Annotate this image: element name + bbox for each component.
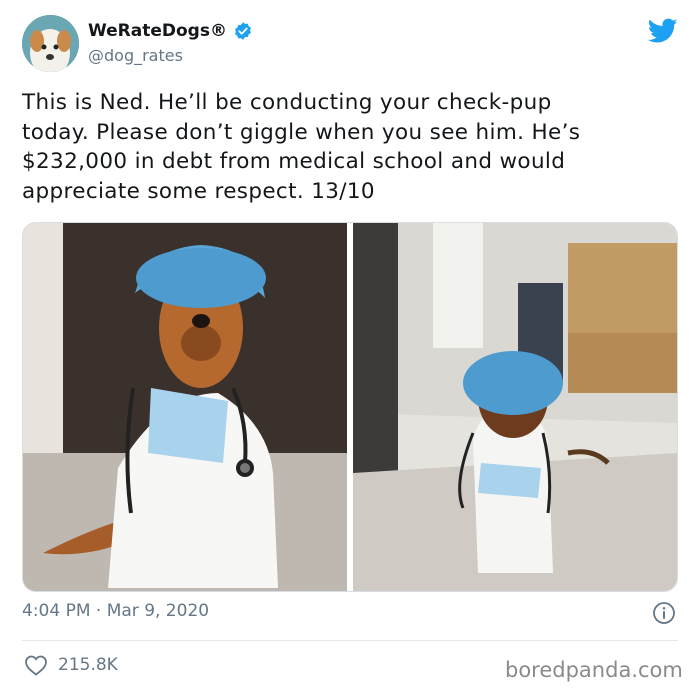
tweet-card: WeRateDogs® @dog_rates This is Ned. He’l… [0,0,700,694]
divider [22,640,678,641]
avatar[interactable] [22,15,79,72]
tweet-timestamp[interactable]: 4:04 PM · Mar 9, 2020 [22,601,209,621]
source-watermark: boredpanda.com [505,658,683,682]
user-handle[interactable]: @dog_rates [88,46,183,65]
info-icon[interactable] [652,601,676,625]
tweet-media [22,222,678,592]
photo-illustration [23,223,347,591]
photo-dog-in-hallway[interactable] [353,223,677,591]
photo-illustration [353,223,677,591]
heart-icon[interactable] [24,654,48,676]
display-name-text[interactable]: WeRateDogs® [88,21,227,41]
display-name[interactable]: WeRateDogs® [88,21,253,41]
verified-badge-icon [235,22,251,40]
tweet-text-line: appreciate some respect. 13/10 [22,178,375,204]
tweet-text: This is Ned. He’ll be conducting your ch… [22,88,672,206]
like-count: 215.8K [58,655,118,675]
avatar-dog-illustration [22,15,79,72]
tweet-text-line: This is Ned. He’ll be conducting your ch… [22,90,552,115]
tweet-text-line: $232,000 in debt from medical school and… [22,149,566,174]
twitter-bird-icon[interactable] [648,18,678,44]
tweet-text-line: today. Please don’t giggle when you see … [22,119,581,145]
like-action[interactable]: 215.8K [24,654,118,676]
photo-dog-in-lab-coat-sitting[interactable] [23,223,347,591]
